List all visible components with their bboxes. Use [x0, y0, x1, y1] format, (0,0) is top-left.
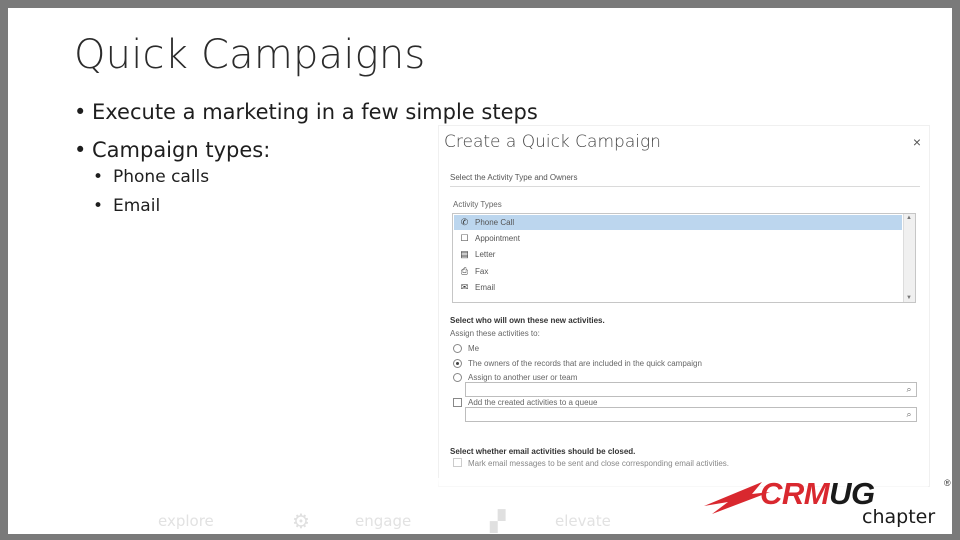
bullet-item: • Execute a marketing in a few simple ste…: [74, 100, 538, 124]
activity-types-label: Activity Types: [453, 200, 502, 209]
footer-elevate: elevate: [555, 512, 611, 530]
activity-option-email[interactable]: ✉ Email: [454, 280, 902, 295]
bullet-item: • Campaign types:: [74, 138, 270, 162]
radio-me[interactable]: [453, 344, 462, 353]
scroll-up-icon[interactable]: ▲: [906, 215, 912, 221]
activity-option-label: Email: [475, 283, 496, 292]
quick-campaign-dialog: Create a Quick Campaign × Select the Act…: [438, 125, 930, 487]
sub-bullet-text: Phone calls: [113, 167, 210, 187]
radio-another-user[interactable]: [453, 373, 462, 382]
logo-wordmark: CRMUG: [760, 476, 875, 512]
activity-option-label: Appointment: [475, 234, 520, 243]
lookup-icon[interactable]: ⌕: [904, 409, 914, 419]
bullet-dot: •: [74, 100, 87, 124]
bullet-dot: •: [93, 196, 104, 216]
puzzle-icon: ▞: [490, 511, 506, 533]
fax-icon: ⎙: [460, 266, 469, 276]
email-icon: ✉: [460, 282, 469, 292]
radio-record-owners-label: The owners of the records that are inclu…: [468, 359, 702, 368]
activity-option-fax[interactable]: ⎙ Fax: [454, 264, 902, 279]
mark-sent-label: Mark email messages to be sent and close…: [468, 459, 730, 468]
lookup-icon[interactable]: ⌕: [904, 384, 914, 394]
activity-option-letter[interactable]: ▤ Letter: [454, 247, 902, 262]
bullet-dot: •: [74, 138, 87, 162]
dialog-subtitle: Select the Activity Type and Owners: [450, 173, 578, 182]
divider: [450, 186, 920, 187]
mark-sent-checkbox[interactable]: [453, 458, 462, 467]
queue-lookup-field[interactable]: ⌕: [465, 407, 917, 422]
activity-option-phone-call[interactable]: ✆ Phone Call: [454, 215, 902, 230]
assign-label: Assign these activities to:: [450, 329, 540, 338]
scroll-down-icon[interactable]: ▼: [906, 295, 912, 301]
sub-bullet-item: • Email: [93, 196, 160, 216]
activity-types-listbox[interactable]: ✆ Phone Call ☐ Appointment ▤ Letter ⎙ Fa…: [452, 213, 916, 303]
gear-icon: ⚙: [292, 511, 310, 533]
activity-option-label: Letter: [475, 250, 496, 259]
user-team-lookup-field[interactable]: ⌕: [465, 382, 917, 397]
close-emails-heading: Select whether email activities should b…: [450, 447, 636, 456]
crmug-logo: CRMUG ® chapter: [700, 474, 960, 540]
activity-option-label: Fax: [475, 267, 489, 276]
bullet-text: Campaign types:: [92, 138, 271, 162]
logo-chapter: chapter: [862, 506, 936, 528]
activity-option-appointment[interactable]: ☐ Appointment: [454, 231, 902, 246]
activity-option-label: Phone Call: [475, 218, 515, 227]
calendar-icon: ☐: [460, 233, 469, 243]
dialog-title: Create a Quick Campaign: [444, 132, 661, 152]
registered-mark: ®: [944, 478, 951, 488]
radio-another-user-label: Assign to another user or team: [468, 373, 578, 382]
logo-crm: CRM: [760, 476, 830, 511]
queue-checkbox-label: Add the created activities to a queue: [468, 398, 598, 407]
sub-bullet-item: • Phone calls: [93, 167, 209, 187]
radio-me-label: Me: [468, 344, 480, 353]
footer-engage: engage: [355, 512, 412, 530]
slide-title: Quick Campaigns: [74, 32, 426, 78]
queue-checkbox[interactable]: [453, 398, 462, 407]
close-icon[interactable]: ×: [913, 134, 921, 150]
radio-record-owners[interactable]: [453, 359, 462, 368]
phone-icon: ✆: [460, 217, 469, 227]
listbox-scrollbar[interactable]: ▲ ▼: [903, 214, 915, 302]
footer-explore: explore: [158, 512, 214, 530]
sub-bullet-text: Email: [113, 196, 161, 216]
bullet-text: Execute a marketing in a few simple step…: [92, 100, 538, 124]
owners-heading: Select who will own these new activities…: [450, 316, 605, 325]
bullet-dot: •: [93, 167, 104, 187]
letter-icon: ▤: [460, 249, 469, 259]
slide: Quick Campaigns • Execute a marketing in …: [8, 8, 952, 534]
